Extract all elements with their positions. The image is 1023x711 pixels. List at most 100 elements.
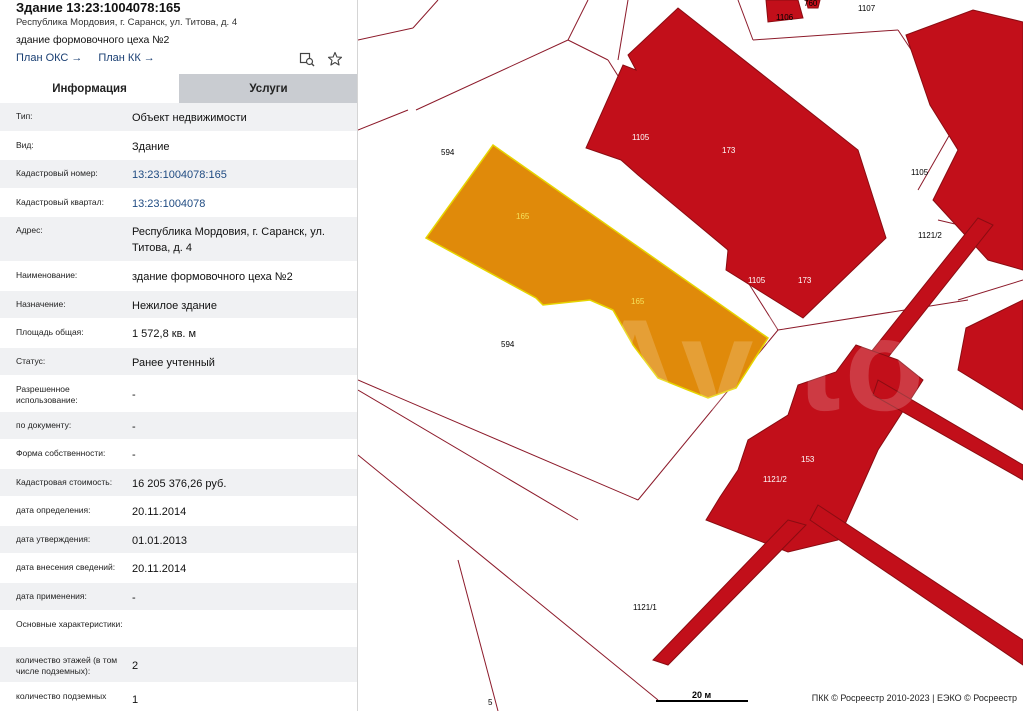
row-label: Адрес: [16, 225, 43, 235]
row-value: Ранее учтенный [132, 357, 215, 369]
row-value: 20.11.2014 [132, 563, 187, 575]
avito-watermark: Avito [588, 292, 929, 438]
row-value: - [132, 389, 136, 401]
table-row: Вид: Здание [0, 132, 357, 160]
map-label: 5 [488, 698, 493, 707]
row-label: дата определения: [16, 505, 91, 515]
row-label: Тип: [16, 111, 33, 121]
row-label: Кадастровая стоимость: [16, 477, 113, 487]
row-value: - [132, 449, 136, 461]
row-value: 16 205 376,26 руб. [132, 478, 227, 490]
row-value: 2 [132, 660, 139, 672]
table-row: Наименование: здание формовочного цеха №… [0, 262, 357, 291]
panel-tabs: Информация Услуги [0, 74, 357, 103]
row-label: Статус: [16, 356, 46, 366]
scale-bar: 20 м [656, 690, 748, 702]
row-value: Республика Мордовия, г. Саранск, ул. Тит… [132, 226, 325, 254]
map-label: 1107 [858, 4, 876, 13]
table-row: Основные характеристики: [0, 611, 357, 647]
cadastral-quarter-link[interactable]: 13:23:1004078 [132, 196, 352, 212]
plan-links: План ОКС → План КК → [16, 52, 155, 64]
map-label: 153 [801, 455, 815, 464]
row-label: количество подземных [16, 691, 107, 701]
row-label: Кадастровый номер: [16, 168, 98, 178]
row-label: Основные характеристики: [16, 619, 123, 629]
arrow-right-icon: → [143, 52, 155, 64]
row-label: количество этажей (в том числе подземных… [16, 655, 118, 676]
info-panel: Здание 13:23:1004078:165 Республика Морд… [0, 0, 358, 711]
row-value: 1 572,8 кв. м [132, 328, 197, 340]
map-label: 1121/2 [918, 231, 942, 240]
tab-services[interactable]: Услуги [179, 74, 357, 103]
row-label: дата внесения сведений: [16, 562, 116, 572]
table-row: Кадастровый номер: 13:23:1004078:165 [0, 160, 357, 189]
row-label: Кадастровый квартал: [16, 197, 104, 207]
table-row: дата определения: 20.11.2014 [0, 497, 357, 526]
map-label: 173 [798, 276, 812, 285]
cadastral-map[interactable]: 1106 760 1107 1105 173 594 1105 165 1121… [358, 0, 1023, 711]
map-label: 1106 [776, 13, 794, 22]
map-label: 1105 [632, 133, 650, 142]
cadastral-number-link[interactable]: 13:23:1004078:165 [132, 167, 352, 183]
object-name: здание формовочного цеха №2 [16, 34, 170, 46]
map-label: 173 [722, 146, 736, 155]
building-right-middle[interactable] [957, 299, 1023, 411]
object-title: Здание 13:23:1004078:165 [16, 0, 181, 15]
row-value: Нежилое здание [132, 300, 217, 312]
map-label: 760 [804, 0, 818, 8]
building-1121-1[interactable] [652, 519, 807, 666]
row-label: Форма собственности: [16, 448, 106, 458]
row-value: здание формовочного цеха №2 [132, 271, 293, 283]
row-label: дата утверждения: [16, 534, 91, 544]
row-label: Назначение: [16, 299, 66, 309]
tab-information[interactable]: Информация [0, 74, 179, 103]
row-label: дата применения: [16, 591, 87, 601]
map-label: 594 [441, 148, 455, 157]
plan-oks-label: План ОКС [16, 52, 69, 64]
table-row: количество подземных 1 [0, 683, 357, 711]
table-row: Форма собственности: - [0, 440, 357, 469]
row-value: Здание [132, 141, 170, 153]
row-value: 1 [132, 694, 139, 706]
map-attribution: ПКК © Росреестр 2010-2023 | ЕЭКО © Росре… [811, 693, 1017, 703]
building-strip-b[interactable] [809, 504, 1023, 666]
map-label: 165 [516, 212, 530, 221]
object-address: Республика Мордовия, г. Саранск, ул. Тит… [16, 17, 238, 28]
row-value: - [132, 421, 136, 433]
row-label: по документу: [16, 420, 72, 430]
table-row: Площадь общая: 1 572,8 кв. м [0, 319, 357, 348]
scale-label: 20 м [692, 690, 712, 700]
table-row: дата утверждения: 01.01.2013 [0, 526, 357, 554]
plan-kk-label: План КК [98, 52, 141, 64]
plan-oks-link[interactable]: План ОКС → [16, 52, 82, 64]
row-label: Площадь общая: [16, 327, 84, 337]
table-row: количество этажей (в том числе подземных… [0, 647, 357, 683]
row-value: 20.11.2014 [132, 506, 187, 518]
panel-header: Здание 13:23:1004078:165 Республика Морд… [0, 0, 357, 76]
table-row: Адрес: Республика Мордовия, г. Саранск, … [0, 217, 357, 262]
table-row: Кадастровая стоимость: 16 205 376,26 руб… [0, 469, 357, 497]
star-icon[interactable] [327, 51, 343, 67]
table-row: Статус: Ранее учтенный [0, 348, 357, 376]
row-label: Разрешенное использование: [16, 384, 78, 405]
table-row: Тип: Объект недвижимости [0, 103, 357, 132]
header-actions [299, 51, 343, 67]
map-label: 1105 [748, 276, 766, 285]
plan-kk-link[interactable]: План КК → [98, 52, 154, 64]
search-plan-icon[interactable] [299, 51, 315, 67]
table-row: дата внесения сведений: 20.11.2014 [0, 554, 357, 583]
map-label: 1121/1 [633, 603, 657, 612]
arrow-right-icon: → [71, 52, 83, 64]
table-row: по документу: - [0, 412, 357, 440]
map-label: 1105 [911, 168, 929, 177]
row-label: Наименование: [16, 270, 78, 280]
table-row: Назначение: Нежилое здание [0, 291, 357, 319]
scale-line [656, 700, 748, 702]
table-row: Разрешенное использование: - [0, 376, 357, 412]
map-label: 1121/2 [763, 475, 787, 484]
row-value: - [132, 592, 136, 604]
table-row: Кадастровый квартал: 13:23:1004078 [0, 189, 357, 217]
row-label: Вид: [16, 140, 34, 150]
attribute-table: Тип: Объект недвижимости Вид: Здание Кад… [0, 103, 357, 711]
table-row: дата применения: - [0, 583, 357, 611]
